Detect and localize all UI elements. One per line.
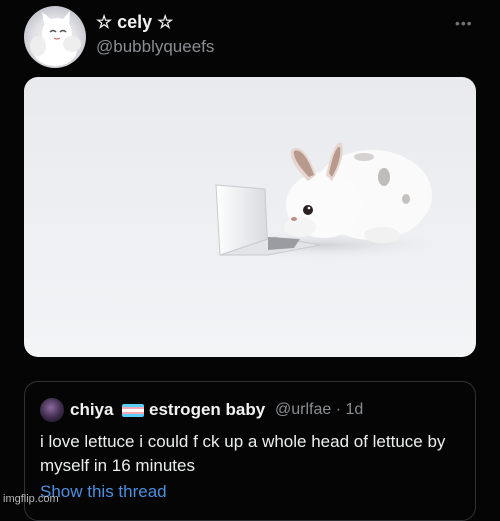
user-handle[interactable]: @bubblyqueefs <box>96 37 214 57</box>
tweet-media-image[interactable] <box>24 77 476 357</box>
quoted-user-name-suffix[interactable]: estrogen baby <box>149 400 265 420</box>
quoted-tweet-text: i love lettuce i could f ck up a whole h… <box>40 432 446 475</box>
profile-avatar[interactable] <box>24 6 86 68</box>
more-dots-icon[interactable]: ••• <box>455 16 473 30</box>
imgflip-watermark: imgflip.com <box>3 493 59 505</box>
avatar-cat-plush-image <box>30 11 81 66</box>
transgender-flag-icon <box>122 404 144 417</box>
quoted-user-avatar[interactable] <box>40 398 64 422</box>
quoted-user-name[interactable]: chiya <box>70 400 113 420</box>
show-thread-link[interactable]: Show this thread <box>40 482 167 502</box>
quoted-tweet-card[interactable]: chiya estrogen baby @urlfae · 1d i love … <box>24 381 476 521</box>
bunny-with-laptop-photo <box>204 142 444 259</box>
quoted-user-handle-time[interactable]: @urlfae · 1d <box>275 401 363 419</box>
display-name[interactable]: ☆ cely ☆ <box>96 12 173 33</box>
